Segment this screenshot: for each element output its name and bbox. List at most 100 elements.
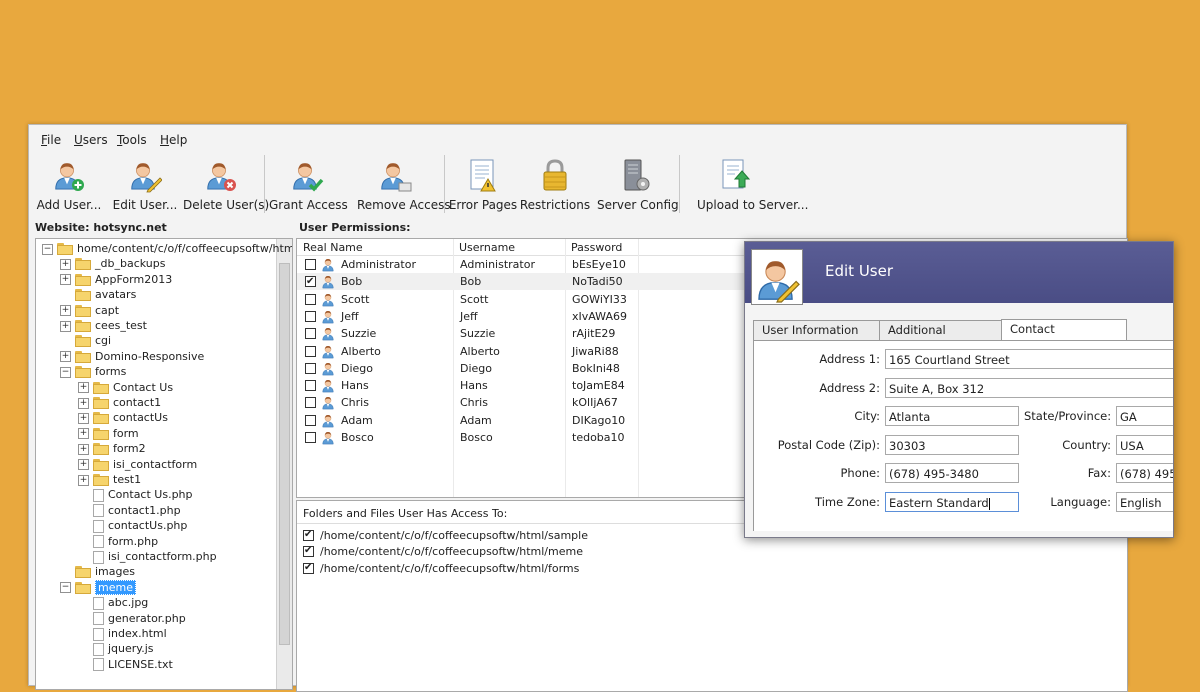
tree-folder[interactable]: − meme <box>60 579 136 595</box>
tree-folder[interactable]: + form2 <box>78 441 146 456</box>
cell-username: Administrator <box>460 258 535 271</box>
tree-file[interactable]: generator.php <box>78 611 186 626</box>
permission-checkbox[interactable] <box>305 414 316 426</box>
collapse-icon[interactable]: − <box>42 243 53 255</box>
folder-icon <box>93 397 109 409</box>
tree-folder[interactable]: + form <box>78 426 139 441</box>
server-config-button[interactable]: Server Config <box>597 155 679 215</box>
tree-folder[interactable]: + contactUs <box>78 410 168 425</box>
permission-checkbox[interactable] <box>305 345 316 357</box>
cell-password: DIKago10 <box>572 413 626 427</box>
expand-icon[interactable]: + <box>78 382 89 394</box>
tree-folder[interactable]: + capt <box>60 303 119 318</box>
tree-file[interactable]: contactUs.php <box>78 518 187 533</box>
tree-folder[interactable]: − home/content/c/o/f/coffeecupsoftw/html <box>42 241 292 256</box>
tree-node-label: AppForm2013 <box>95 272 173 286</box>
expand-icon[interactable]: + <box>78 443 89 455</box>
permission-checkbox[interactable] <box>305 432 316 443</box>
tree-file[interactable]: form.php <box>78 534 158 549</box>
tree-file[interactable]: isi_contactform.php <box>78 549 217 564</box>
list-item[interactable]: /home/content/c/o/f/coffeecupsoftw/html/… <box>303 543 583 560</box>
tree-scrollbar[interactable] <box>276 239 292 689</box>
tree-folder[interactable]: + Domino-Responsive <box>60 349 204 364</box>
expand-icon[interactable]: + <box>60 351 71 363</box>
tree-file[interactable]: jquery.js <box>78 641 154 656</box>
tab-additional-information[interactable]: Additional Information <box>879 320 1005 356</box>
menu-file[interactable]: File <box>41 133 61 147</box>
cell-username: Chris <box>460 396 488 410</box>
collapse-icon[interactable]: − <box>60 582 71 594</box>
language-field[interactable]: English <box>1116 492 1173 512</box>
menu-users[interactable]: Users <box>74 133 108 147</box>
expand-icon[interactable]: + <box>78 397 89 409</box>
tree-file[interactable]: index.html <box>78 626 167 641</box>
time-zone-field[interactable]: Eastern Standard <box>885 492 1019 512</box>
phone-field[interactable]: (678) 495-3480 <box>885 463 1019 483</box>
country-field[interactable]: USA <box>1116 435 1173 455</box>
permission-checkbox[interactable] <box>305 397 316 409</box>
grant-access-button[interactable]: Grant Access <box>269 155 348 215</box>
tree-folder[interactable]: images <box>60 564 135 579</box>
expand-icon[interactable]: + <box>78 428 89 440</box>
column-real-name[interactable]: Real Name <box>303 241 363 254</box>
expand-icon[interactable]: + <box>78 474 89 486</box>
upload-to-server-button[interactable]: Upload to Server... <box>697 155 808 215</box>
tree-folder[interactable]: + Contact Us <box>78 380 173 395</box>
delete-user-button[interactable]: Delete User(s) <box>183 155 269 215</box>
error-pages-button[interactable]: Error Pages <box>449 155 517 215</box>
fax-field[interactable]: (678) 495- <box>1116 463 1173 483</box>
tree-file[interactable]: abc.jpg <box>78 595 148 610</box>
menu-tools[interactable]: Tools <box>117 133 147 147</box>
expand-icon[interactable]: + <box>78 412 89 424</box>
address2-field[interactable]: Suite A, Box 312 <box>885 378 1173 398</box>
access-checkbox[interactable] <box>303 560 314 576</box>
tree-folder[interactable]: + contact1 <box>78 395 161 410</box>
access-checkbox[interactable] <box>303 527 314 543</box>
expand-icon[interactable]: + <box>60 274 71 286</box>
tree-file[interactable]: contact1.php <box>78 503 181 518</box>
column-username[interactable]: Username <box>459 241 515 254</box>
tree-folder[interactable]: avatars <box>60 287 136 302</box>
folder-icon <box>75 335 91 348</box>
tree-file[interactable]: Contact Us.php <box>78 487 193 502</box>
expand-icon[interactable]: + <box>60 258 71 270</box>
tree-folder[interactable]: cgi <box>60 333 111 348</box>
tree-folder[interactable]: + cees_test <box>60 318 147 333</box>
column-password[interactable]: Password <box>571 241 622 254</box>
permission-checkbox[interactable] <box>305 362 316 374</box>
city-field[interactable]: Atlanta <box>885 406 1019 426</box>
list-item[interactable]: /home/content/c/o/f/coffeecupsoftw/html/… <box>303 527 588 544</box>
expand-icon[interactable]: + <box>60 320 71 332</box>
expand-icon[interactable]: + <box>78 459 89 471</box>
permission-checkbox[interactable] <box>305 293 316 305</box>
tree-folder[interactable]: + _db_backups <box>60 256 165 271</box>
restrictions-button[interactable]: Restrictions <box>520 155 590 215</box>
address2-label: Address 2: <box>819 381 880 395</box>
menu-help[interactable]: Help <box>160 133 187 147</box>
permission-checkbox[interactable] <box>305 273 316 290</box>
state-field[interactable]: GA <box>1116 406 1173 426</box>
address1-field[interactable]: 165 Courtland Street <box>885 349 1173 369</box>
remove-access-button[interactable]: Remove Access <box>357 155 451 215</box>
tree-folder[interactable]: + test1 <box>78 472 141 487</box>
list-item[interactable]: /home/content/c/o/f/coffeecupsoftw/html/… <box>303 560 579 577</box>
permission-checkbox[interactable] <box>305 310 316 322</box>
tree-folder[interactable]: + AppForm2013 <box>60 272 172 287</box>
scrollbar-thumb[interactable] <box>279 263 290 645</box>
edit-user-button[interactable]: Edit User... <box>113 155 177 215</box>
access-checkbox[interactable] <box>303 543 314 559</box>
permission-checkbox[interactable] <box>305 328 316 340</box>
zip-field[interactable]: 30303 <box>885 435 1019 455</box>
tab-contact-information[interactable]: Contact Information <box>1001 319 1127 355</box>
tree-folder[interactable]: − forms <box>60 364 126 379</box>
permission-checkbox[interactable] <box>305 259 316 270</box>
permission-checkbox[interactable] <box>305 380 316 392</box>
collapse-icon[interactable]: − <box>60 366 71 378</box>
tree-file[interactable]: LICENSE.txt <box>78 657 173 672</box>
expand-icon[interactable]: + <box>60 305 71 317</box>
folder-tree[interactable]: − home/content/c/o/f/coffeecupsoftw/html +… <box>35 238 293 690</box>
tree-node-label: _db_backups <box>95 257 166 271</box>
add-user-button[interactable]: Add User... <box>37 155 101 215</box>
tree-folder[interactable]: + isi_contactform <box>78 457 197 472</box>
tab-user-information[interactable]: User Information <box>753 320 880 340</box>
